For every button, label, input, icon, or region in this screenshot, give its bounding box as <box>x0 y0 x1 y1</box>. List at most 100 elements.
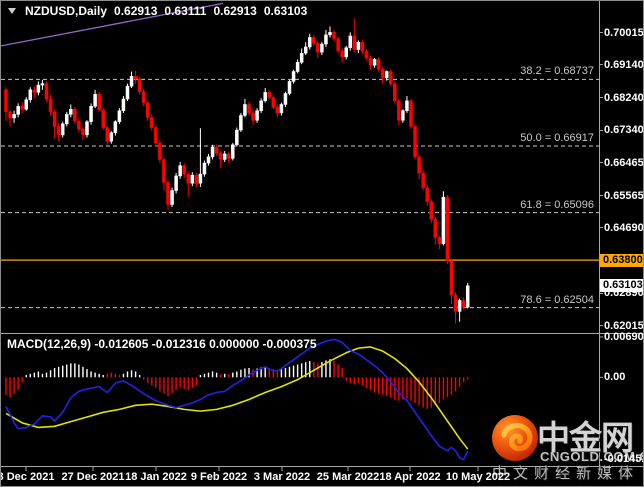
candle-body <box>150 117 154 128</box>
price-chart[interactable] <box>1 1 644 487</box>
candle-body <box>417 156 421 174</box>
candle-body <box>28 89 33 100</box>
candle-body <box>198 173 203 184</box>
candle-body <box>182 165 186 175</box>
candle-body <box>20 106 24 110</box>
candle-body <box>449 260 454 296</box>
candle-body <box>247 104 251 114</box>
candle-body <box>235 129 239 146</box>
candle-body <box>69 108 73 115</box>
candle-body <box>137 78 142 92</box>
candle-body <box>206 156 211 164</box>
candle-body <box>425 187 429 202</box>
candle-body <box>162 159 166 183</box>
candle-body <box>174 175 178 191</box>
candle-body <box>178 165 182 177</box>
candle-body <box>332 32 336 39</box>
candle-body <box>105 127 109 142</box>
candle-body <box>121 98 126 111</box>
candle-body <box>421 172 425 188</box>
candle-body <box>227 153 231 159</box>
candle-body <box>380 68 385 78</box>
candle-body <box>117 110 122 122</box>
trendline[interactable] <box>1 2 224 47</box>
candle-body <box>356 41 361 50</box>
candle-body <box>445 196 450 262</box>
candle-body <box>457 300 462 312</box>
candle-body <box>101 109 105 128</box>
candle-body <box>166 182 170 205</box>
candle-body <box>275 106 280 114</box>
candle-body <box>255 110 259 121</box>
candle-body <box>44 83 49 100</box>
candle-body <box>141 91 146 103</box>
candle-body <box>384 71 389 78</box>
candle-body <box>133 76 138 80</box>
candle-body <box>231 144 235 159</box>
candle-body <box>279 104 284 114</box>
candle-body <box>113 121 118 133</box>
candle-body <box>154 127 158 144</box>
chart-window: 38.2 = 0.68737 50.0 = 0.66917 61.8 = 0.650… <box>0 0 644 487</box>
candle-body <box>397 100 401 121</box>
candle-body <box>409 100 413 127</box>
candle-body <box>295 62 300 72</box>
candle-body <box>303 46 308 54</box>
candle-body <box>40 83 45 86</box>
candle-body <box>170 190 174 205</box>
candle-body <box>453 294 458 312</box>
candle-body <box>348 35 352 48</box>
candle-body <box>81 128 85 136</box>
candle-body <box>320 43 324 53</box>
candle-body <box>360 41 365 52</box>
candle-body <box>352 35 357 50</box>
candle-body <box>218 152 223 160</box>
candle-body <box>214 147 219 154</box>
candle-body <box>85 121 89 136</box>
candle-body <box>194 174 199 185</box>
candle-body <box>48 98 53 113</box>
candle-body <box>316 43 320 53</box>
candle-body <box>97 93 101 111</box>
candle-body <box>368 57 373 66</box>
candle-body <box>12 114 16 119</box>
candle-body <box>324 34 328 45</box>
candle-body <box>77 120 81 130</box>
candle-body <box>433 218 438 238</box>
candle-body <box>393 83 397 102</box>
chart-dropdown-icon[interactable] <box>8 8 16 14</box>
candle-body <box>32 89 37 93</box>
candle-body <box>251 112 255 121</box>
candle-body <box>239 115 243 131</box>
candle-body <box>129 76 134 87</box>
candle-body <box>340 50 344 58</box>
candle-body <box>429 201 433 220</box>
candle-body <box>389 71 393 84</box>
candle-body <box>263 92 267 102</box>
candle-body <box>372 59 377 66</box>
candle-body <box>93 93 97 107</box>
candle-body <box>125 85 130 100</box>
candle-body <box>299 52 304 63</box>
candle-body <box>336 38 340 51</box>
candle-body <box>328 32 332 36</box>
candle-body <box>364 51 369 59</box>
candle-body <box>271 97 276 108</box>
candle-body <box>52 111 57 127</box>
candle-body <box>146 102 150 118</box>
candle-body <box>210 147 215 158</box>
candle-body <box>259 100 263 111</box>
candle-body <box>73 108 77 122</box>
candle-body <box>36 84 41 93</box>
candle-body <box>376 59 381 70</box>
candle-body <box>202 162 207 175</box>
candle-body <box>243 104 247 116</box>
candle-body <box>283 93 288 105</box>
candle-body <box>437 237 442 244</box>
candle-body <box>465 285 470 308</box>
candle-body <box>186 173 190 184</box>
candle-body <box>441 196 446 244</box>
candle-body <box>89 106 93 122</box>
candle-body <box>56 126 61 136</box>
candle-body <box>267 92 271 98</box>
